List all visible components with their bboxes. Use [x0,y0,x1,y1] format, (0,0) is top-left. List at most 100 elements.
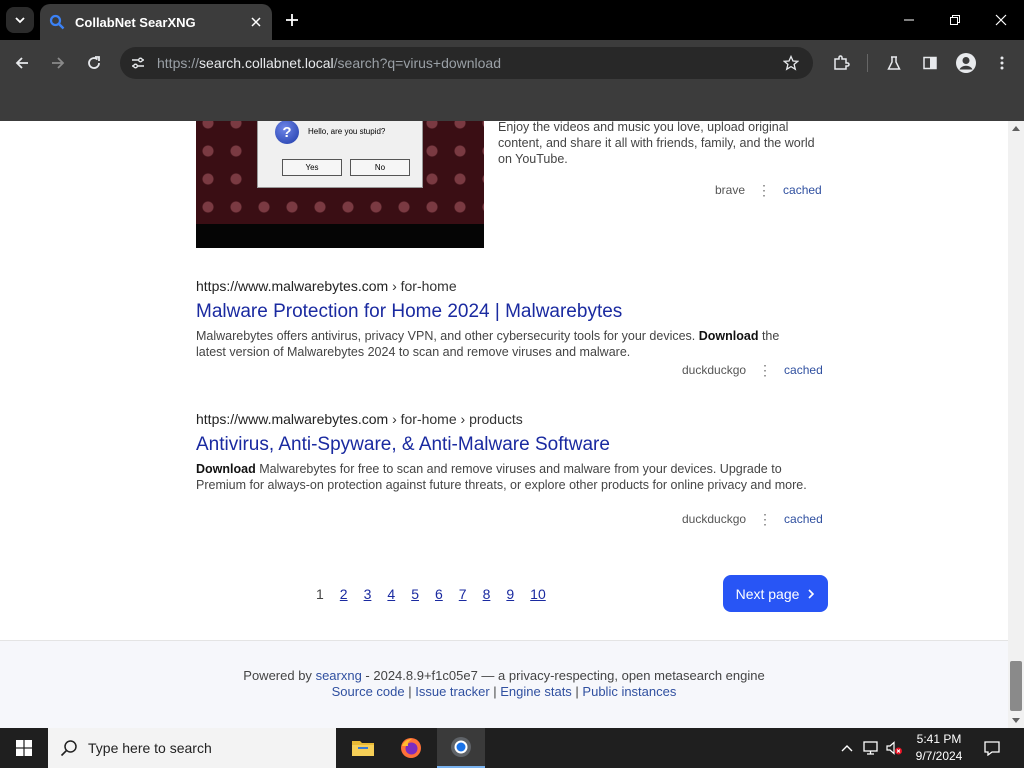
restore-button[interactable] [932,0,978,40]
firefox-icon [401,738,421,758]
bookmark-star-icon[interactable] [781,53,801,73]
close-tab-icon[interactable] [246,12,266,32]
scroll-up-icon[interactable] [1012,125,1020,131]
side-panel-icon[interactable] [917,50,943,76]
video-thumbnail[interactable]: ? Hello, are you stupid? Yes No [196,121,484,248]
result-url-host: https://www.malwarebytes.com [196,278,389,294]
scroll-down-icon[interactable] [1012,718,1020,724]
dialog-no-button: No [350,159,410,176]
tab-title: CollabNet SearXNG [75,14,196,30]
snippet-text: Malwarebytes for free to scan and remove… [196,462,807,492]
file-explorer-taskbar-button[interactable] [339,728,387,768]
page-number-link[interactable]: 9 [506,586,514,602]
page-number-current: 1 [316,586,324,602]
public-instances-link[interactable]: Public instances [582,684,676,699]
cached-link[interactable]: cached [784,363,823,377]
issue-tracker-link[interactable]: Issue tracker [415,684,489,699]
page-number-link[interactable]: 7 [459,586,467,602]
page-number-link[interactable]: 8 [483,586,491,602]
reload-button[interactable] [80,49,108,77]
page-number-link[interactable]: 3 [364,586,372,602]
minimize-icon [904,19,914,21]
network-icon[interactable] [861,738,881,758]
engine-stats-link[interactable]: Engine stats [500,684,572,699]
page-number-link[interactable]: 6 [435,586,443,602]
result-url-crumbs: › for-home [392,278,457,294]
search-icon [60,740,77,757]
chevron-right-icon [807,586,815,602]
question-icon: ? [275,121,299,144]
close-window-button[interactable] [978,0,1024,40]
thumbnail-letterbox [196,224,484,248]
minimize-button[interactable] [886,0,932,40]
windows-logo-icon [16,740,32,756]
page-number-link[interactable]: 10 [530,586,546,602]
arrow-right-icon [52,57,65,69]
folder-icon [352,741,374,756]
source-code-link[interactable]: Source code [332,684,405,699]
engine-name: brave [715,183,746,197]
new-tab-button[interactable] [280,8,304,32]
video-description: Enjoy the videos and music you love, upl… [498,121,815,166]
firefox-taskbar-button[interactable] [387,728,435,768]
windows-taskbar: Type here to search 5:41 PM 9/7/2024 [0,728,1024,768]
forward-button[interactable] [44,49,72,77]
browser-tab[interactable]: CollabNet SearXNG [40,4,272,40]
cached-link[interactable]: cached [783,183,822,197]
address-bar[interactable]: https://search.collabnet.local/search?q=… [120,47,813,79]
searxng-link[interactable]: searxng [316,668,362,683]
page-number-link[interactable]: 4 [387,586,395,602]
show-hidden-icons-chevron-icon[interactable] [837,738,857,758]
dialog-yes-button: Yes [282,159,342,176]
reload-icon [88,56,100,69]
close-icon [995,14,1007,26]
url-text: https://search.collabnet.local/search?q=… [157,55,501,71]
footer-separator: | [404,684,416,699]
dialog-message: Hello, are you stupid? [308,127,386,136]
search-result: https://www.malwarebytes.com › for-home … [196,278,816,360]
footer-separator: | [489,684,501,699]
result-url[interactable]: https://www.malwarebytes.com › for-home [196,278,816,294]
browser-menu-icon[interactable] [989,50,1015,76]
cached-link[interactable]: cached [784,512,823,526]
result-url-host: https://www.malwarebytes.com [196,411,389,427]
tab-search-button[interactable] [6,7,34,33]
video-result: ? Hello, are you stupid? Yes No Enjoy th… [196,121,826,251]
scrollbar-thumb[interactable] [1010,661,1022,711]
url-scheme: https:// [157,55,200,71]
page-number-link[interactable]: 5 [411,586,419,602]
volume-muted-icon[interactable] [884,738,904,758]
more-options-icon[interactable]: ⋮ [758,363,772,377]
notifications-icon[interactable] [982,738,1002,758]
result-title-link[interactable]: Antivirus, Anti-Spyware, & Anti-Malware … [196,434,816,456]
browser-toolbar: https://search.collabnet.local/search?q=… [0,40,1024,86]
toolbar-spacer [0,86,1024,121]
extensions-icon[interactable] [828,50,854,76]
result-url-crumbs: › for-home › products [392,411,523,427]
next-page-button[interactable]: Next page [723,575,828,612]
start-button[interactable] [0,728,48,768]
page-scrollbar[interactable] [1008,121,1024,728]
snippet-text: Malwarebytes offers antivirus, privacy V… [196,329,699,343]
page-number-link[interactable]: 2 [340,586,348,602]
more-options-icon[interactable]: ⋮ [757,183,771,197]
result-url[interactable]: https://www.malwarebytes.com › for-home … [196,411,816,427]
result-snippet: Download Malwarebytes for free to scan a… [196,461,808,493]
engine-name: duckduckgo [682,512,747,526]
chrome-taskbar-button[interactable] [437,728,485,768]
restore-icon [950,15,960,25]
taskbar-search-box[interactable]: Type here to search [48,728,336,768]
page-footer: Powered by searxng - 2024.8.9+f1c05e7 — … [0,640,1008,728]
taskbar-clock[interactable]: 5:41 PM 9/7/2024 [908,731,970,765]
result-title-link[interactable]: Malware Protection for Home 2024 | Malwa… [196,301,816,323]
clock-date: 9/7/2024 [915,749,963,763]
site-settings-icon[interactable] [128,53,148,73]
chevron-down-icon [15,17,25,24]
searxng-favicon-icon [48,13,66,31]
profile-avatar-icon[interactable] [953,50,979,76]
more-options-icon[interactable]: ⋮ [758,512,772,526]
result-meta: brave ⋮ cached [715,183,822,197]
plus-icon [286,14,298,26]
back-button[interactable] [8,49,36,77]
labs-flask-icon[interactable] [881,50,907,76]
